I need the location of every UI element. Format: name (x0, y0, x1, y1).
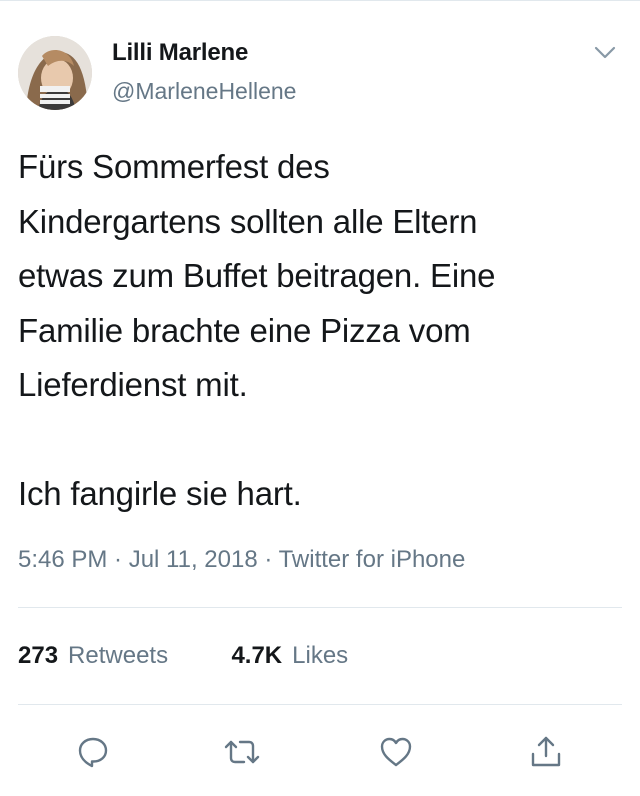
retweets-stat[interactable]: 273 Retweets (18, 642, 175, 669)
like-icon[interactable] (378, 734, 414, 770)
reply-icon[interactable] (75, 734, 111, 770)
retweets-label: Retweets (68, 642, 169, 669)
share-icon[interactable] (528, 734, 564, 770)
tweet-timestamp[interactable]: 5:46 PM · Jul 11, 2018 · Twitter for iPh… (18, 546, 465, 574)
likes-stat[interactable]: 4.7K Likes (231, 642, 348, 669)
retweet-icon[interactable] (222, 734, 262, 770)
author-display-name[interactable]: Lilli Marlene (112, 39, 248, 67)
author-handle[interactable]: @MarleneHellene (112, 78, 296, 105)
divider (18, 704, 622, 705)
top-border (0, 0, 640, 1)
avatar[interactable] (18, 36, 92, 110)
chevron-down-icon[interactable] (590, 40, 620, 64)
divider (18, 607, 622, 608)
likes-count: 4.7K (231, 642, 283, 669)
retweets-count: 273 (18, 642, 59, 669)
tweet-stats: 273 Retweets 4.7K Likes (18, 642, 348, 670)
likes-label: Likes (292, 642, 349, 669)
tweet-text: Fürs Sommerfest des Kindergartens sollte… (18, 148, 496, 512)
